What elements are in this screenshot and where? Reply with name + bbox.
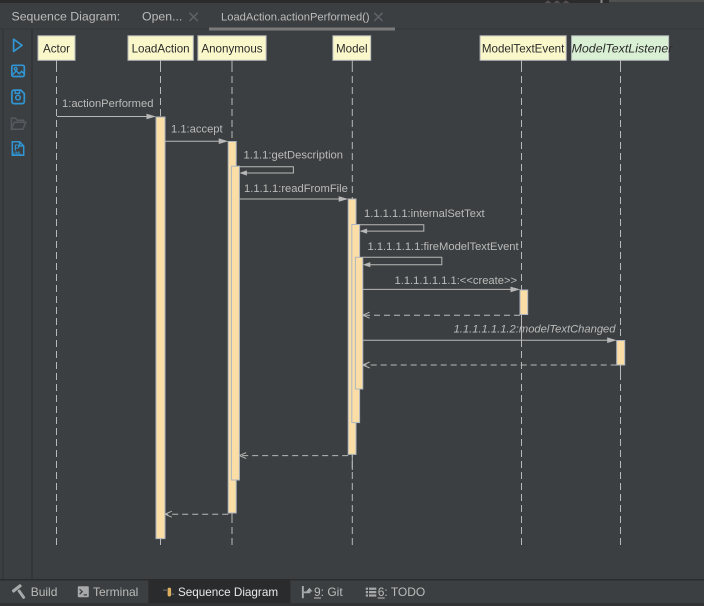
svg-text:Sequence Diagram:: Sequence Diagram: [12, 10, 121, 24]
svg-text:6: TODO: 6: TODO [378, 585, 426, 599]
svg-text:LoadAction.actionPerformed(): LoadAction.actionPerformed() [221, 12, 370, 24]
svg-text:1.1.1:getDescription: 1.1.1:getDescription [244, 150, 344, 162]
svg-text:ModelTextListener: ModelTextListener [572, 41, 674, 55]
svg-text:1.1.1.1.1.1.1:<<create>>: 1.1.1.1.1.1.1:<<create>> [395, 275, 518, 287]
svg-text:9: Git: 9: Git [314, 585, 343, 599]
svg-text:1.1.1.1.1.1:fireModelTextEvent: 1.1.1.1.1.1:fireModelTextEvent [368, 241, 520, 253]
svg-text:1.1.1.1.1.1.2:modelTextChanged: 1.1.1.1.1.1.2:modelTextChanged [454, 324, 617, 336]
svg-text:UML: UML [13, 151, 23, 156]
svg-text:1.1.1.1:readFromFile: 1.1.1.1:readFromFile [244, 183, 348, 195]
svg-text:Sequence Diagram: Sequence Diagram [178, 586, 278, 599]
svg-text:Anonymous: Anonymous [201, 42, 262, 55]
svg-text:Open...: Open... [142, 10, 182, 24]
svg-text:ModelTextEvent: ModelTextEvent [482, 42, 565, 55]
svg-text:Actor: Actor [43, 42, 70, 55]
svg-text:1.1:accept: 1.1:accept [171, 124, 224, 136]
svg-text:Build: Build [31, 585, 58, 599]
svg-text:1:actionPerformed: 1:actionPerformed [62, 98, 153, 110]
svg-text:Model: Model [336, 42, 368, 55]
svg-text:LoadAction: LoadAction [132, 42, 190, 55]
svg-text:Terminal: Terminal [93, 585, 138, 599]
svg-text:1.1.1.1.1:internalSetText: 1.1.1.1.1:internalSetText [364, 208, 486, 220]
